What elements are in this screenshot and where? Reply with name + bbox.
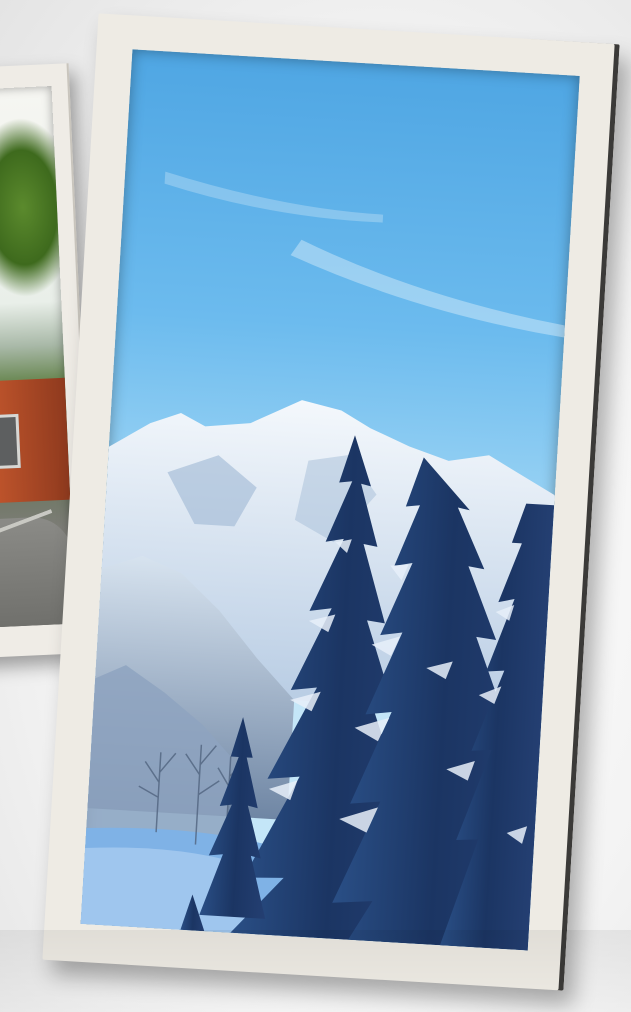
main-photo — [80, 49, 580, 951]
tree-foliage — [0, 115, 76, 300]
mountain-scene — [80, 171, 565, 951]
building-window — [0, 413, 21, 470]
cloud — [290, 239, 565, 338]
cloud — [164, 171, 384, 223]
back-photo — [0, 86, 76, 633]
main-photo-frame — [42, 13, 620, 991]
photo-collage — [0, 0, 631, 1012]
floor-reflection — [0, 930, 631, 1012]
